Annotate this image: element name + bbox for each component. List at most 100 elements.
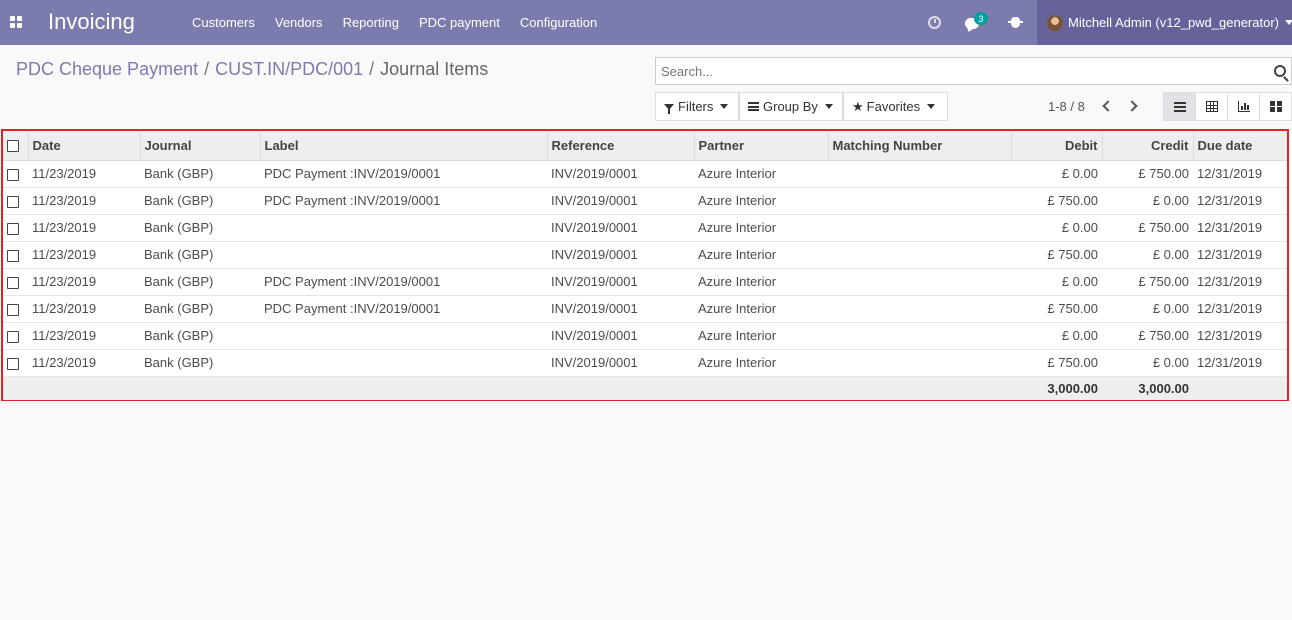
row-checkbox[interactable] <box>7 168 19 181</box>
caret-down-icon <box>720 104 729 109</box>
cell-partner: Azure Interior <box>698 274 777 289</box>
table-icon <box>1205 101 1218 112</box>
cell-date: 11/23/2019 <box>32 220 97 235</box>
cell-journal: Bank (GBP) <box>144 301 214 316</box>
bar-chart-icon <box>1237 101 1250 112</box>
cell-label <box>260 241 547 268</box>
column-journal[interactable]: Journal <box>140 131 261 161</box>
pivot-view-button[interactable] <box>1195 92 1228 121</box>
cell-reference: INV/2019/0001 <box>551 355 638 370</box>
cell-reference: INV/2019/0001 <box>551 193 638 208</box>
kanban-view-button[interactable] <box>1259 92 1292 121</box>
table-row[interactable]: 11/23/2019 Bank (GBP) PDC Payment :INV/201… <box>3 187 1287 214</box>
row-select-cell <box>3 160 28 187</box>
cell-matching-number <box>828 349 1011 376</box>
favorites-button[interactable]: ★ Favorites <box>843 92 948 121</box>
row-checkbox[interactable] <box>7 195 19 208</box>
kanban-icon <box>1269 101 1282 112</box>
cell-partner: Azure Interior <box>698 328 777 343</box>
row-checkbox[interactable] <box>7 330 19 343</box>
app-title[interactable]: Invoicing <box>48 9 135 35</box>
cell-due-date: 12/31/2019 <box>1197 301 1263 316</box>
clock-icon[interactable] <box>922 0 946 45</box>
menu-vendors[interactable]: Vendors <box>265 15 333 30</box>
cell-due-date: 12/31/2019 <box>1197 166 1263 181</box>
chevron-right-icon[interactable] <box>1128 99 1138 113</box>
column-debit[interactable]: Debit <box>1011 131 1103 161</box>
totals-row: 3,000.00 3,000.00 <box>3 376 1287 400</box>
bug-icon[interactable] <box>1004 0 1026 45</box>
menu-pdc-payment[interactable]: PDC payment <box>409 15 510 30</box>
cell-label: PDC Payment :INV/2019/0001 <box>264 166 441 181</box>
column-matching-number[interactable]: Matching Number <box>828 131 1012 161</box>
column-reference[interactable]: Reference <box>547 131 695 161</box>
table-row[interactable]: 11/23/2019 Bank (GBP) INV/2019/0001 Azure I… <box>3 214 1287 241</box>
table-row[interactable]: 11/23/2019 Bank (GBP) INV/2019/0001 Azure I… <box>3 241 1287 268</box>
table-row[interactable]: 11/23/2019 Bank (GBP) INV/2019/0001 Azure I… <box>3 322 1287 349</box>
cell-date: 11/23/2019 <box>32 193 97 208</box>
cell-credit: £ 0.00 <box>1152 355 1189 370</box>
graph-view-button[interactable] <box>1227 92 1260 121</box>
cell-journal: Bank (GBP) <box>144 328 214 343</box>
cell-label <box>260 349 547 376</box>
column-credit[interactable]: Credit <box>1102 131 1194 161</box>
table-row[interactable]: 11/23/2019 Bank (GBP) PDC Payment :INV/201… <box>3 160 1287 187</box>
column-date[interactable]: Date <box>28 131 141 161</box>
cell-journal: Bank (GBP) <box>144 355 214 370</box>
list-view-button[interactable] <box>1163 92 1196 121</box>
cell-matching-number <box>828 295 1011 322</box>
cell-due-date: 12/31/2019 <box>1197 328 1263 343</box>
table-row[interactable]: 11/23/2019 Bank (GBP) PDC Payment :INV/201… <box>3 268 1287 295</box>
breadcrumb-pdc-cheque-payment[interactable]: PDC Cheque Payment <box>16 59 198 80</box>
menu-customers[interactable]: Customers <box>182 15 265 30</box>
filters-button[interactable]: Filters <box>655 92 739 121</box>
search-icon[interactable] <box>1274 65 1286 77</box>
cell-reference: INV/2019/0001 <box>551 301 638 316</box>
row-checkbox[interactable] <box>7 249 19 262</box>
breadcrumb: PDC Cheque Payment / CUST.IN/PDC/001 / J… <box>16 59 488 80</box>
cell-partner: Azure Interior <box>698 301 777 316</box>
row-checkbox[interactable] <box>7 222 19 235</box>
chevron-left-icon[interactable] <box>1101 99 1111 113</box>
column-label[interactable]: Label <box>260 131 548 161</box>
cell-debit: £ 0.00 <box>1061 166 1098 181</box>
select-all-checkbox[interactable] <box>7 140 19 153</box>
row-select-cell <box>3 295 28 322</box>
user-menu[interactable]: Mitchell Admin (v12_pwd_generator) <box>1037 0 1292 45</box>
journal-items-table: Date Journal Label Reference Partner Mat… <box>1 129 1289 401</box>
row-checkbox[interactable] <box>7 357 19 370</box>
cell-debit: £ 0.00 <box>1061 220 1098 235</box>
cell-matching-number <box>828 160 1011 187</box>
search-input[interactable] <box>656 58 1256 84</box>
group-by-button[interactable]: Group By <box>739 92 843 121</box>
breadcrumb-record[interactable]: CUST.IN/PDC/001 <box>215 59 363 80</box>
row-checkbox[interactable] <box>7 303 19 316</box>
table-row[interactable]: 11/23/2019 Bank (GBP) INV/2019/0001 Azure I… <box>3 349 1287 376</box>
cell-journal: Bank (GBP) <box>144 247 214 262</box>
cell-matching-number <box>828 187 1011 214</box>
cell-debit: £ 750.00 <box>1047 355 1098 370</box>
cell-date: 11/23/2019 <box>32 247 97 262</box>
apps-grid-icon[interactable] <box>10 16 23 29</box>
row-checkbox[interactable] <box>7 276 19 289</box>
menu-reporting[interactable]: Reporting <box>333 15 409 30</box>
row-select-cell <box>3 214 28 241</box>
breadcrumb-current: Journal Items <box>380 59 489 79</box>
caret-down-icon <box>1285 20 1292 25</box>
menu-configuration[interactable]: Configuration <box>510 15 607 30</box>
column-due-date[interactable]: Due date <box>1193 131 1287 161</box>
cell-due-date: 12/31/2019 <box>1197 193 1263 208</box>
breadcrumb-separator: / <box>204 59 210 79</box>
row-select-cell <box>3 241 28 268</box>
column-partner[interactable]: Partner <box>694 131 829 161</box>
pager-value[interactable]: 1-8 / 8 <box>1048 99 1085 114</box>
total-credit: 3,000.00 <box>1138 380 1189 396</box>
cell-label: PDC Payment :INV/2019/0001 <box>264 193 441 208</box>
cell-credit: £ 0.00 <box>1152 247 1189 262</box>
cell-debit: £ 750.00 <box>1047 193 1098 208</box>
table-row[interactable]: 11/23/2019 Bank (GBP) PDC Payment :INV/201… <box>3 295 1287 322</box>
caret-down-icon <box>927 104 936 109</box>
cell-credit: £ 750.00 <box>1138 220 1189 235</box>
cell-due-date: 12/31/2019 <box>1197 247 1263 262</box>
cell-partner: Azure Interior <box>698 355 777 370</box>
